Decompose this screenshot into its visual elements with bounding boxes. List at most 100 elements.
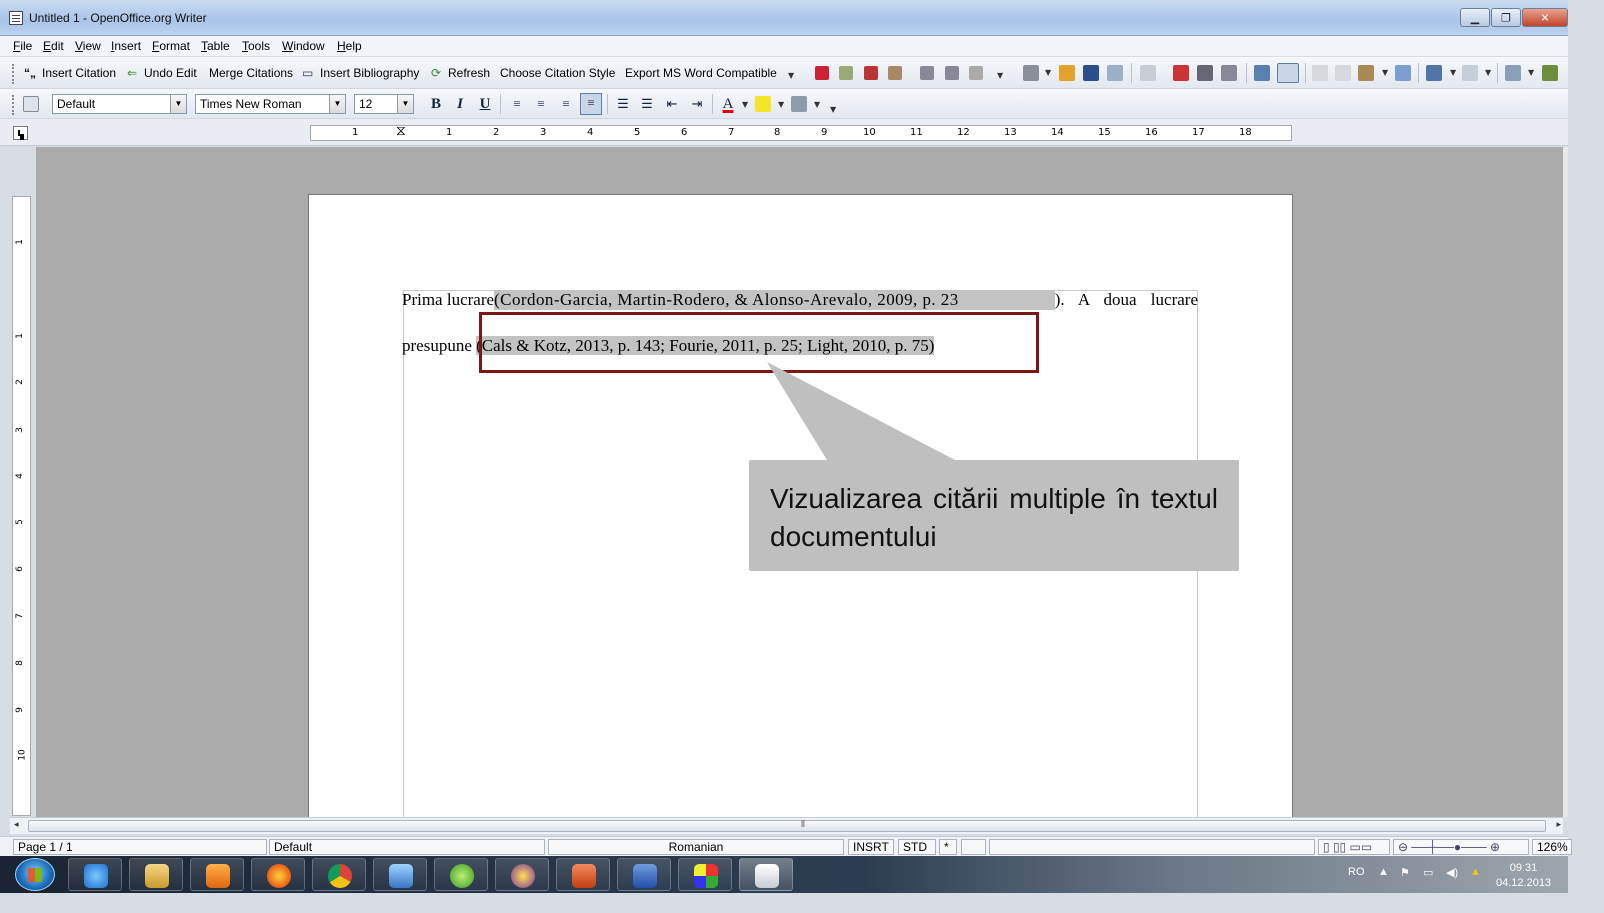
zoom-slider[interactable]: ⊖ ──┼──●─── ⊕ <box>1393 839 1529 855</box>
align-right-icon[interactable]: ≡ <box>557 95 575 113</box>
menu-format[interactable]: Format <box>152 39 190 53</box>
globe-icon[interactable] <box>945 66 959 80</box>
cut-icon[interactable] <box>1312 65 1328 81</box>
menu-insert[interactable]: Insert <box>111 39 141 53</box>
start-button[interactable] <box>15 858 55 891</box>
stamp-icon[interactable] <box>864 66 878 80</box>
undo-dropdown-icon[interactable]: ▼ <box>1450 68 1456 77</box>
undo-edit-button[interactable]: Undo Edit <box>144 66 197 80</box>
language-indicator[interactable]: Romanian <box>548 839 844 855</box>
redo-dropdown-icon[interactable]: ▼ <box>1485 68 1491 77</box>
taskbar-internet-explorer[interactable] <box>68 858 122 891</box>
email-icon[interactable] <box>1107 65 1123 81</box>
copy-icon[interactable] <box>1335 65 1351 81</box>
taskbar-yahoo-messenger[interactable] <box>495 858 549 891</box>
volume-icon[interactable]: ◀) <box>1446 866 1458 879</box>
open-folder-icon[interactable] <box>1059 65 1075 81</box>
italic-icon[interactable]: I <box>451 95 469 113</box>
new-document-icon[interactable] <box>1023 65 1039 81</box>
save-icon[interactable] <box>1083 65 1099 81</box>
font-color-dropdown-icon[interactable]: ▼ <box>742 100 748 109</box>
chevron-down-icon[interactable]: ▼ <box>397 95 413 113</box>
menu-view[interactable]: View <box>75 39 101 53</box>
signature-indicator[interactable] <box>961 839 986 855</box>
taskbar-powerpoint[interactable] <box>556 858 610 891</box>
menu-file[interactable]: File <box>13 39 32 53</box>
menu-table[interactable]: Table <box>201 39 230 53</box>
taskbar-green-app[interactable] <box>434 858 488 891</box>
link-icon[interactable] <box>969 66 983 80</box>
action-center-flag-icon[interactable]: ⚑ <box>1400 866 1410 879</box>
styles-and-formatting-icon[interactable] <box>23 96 39 112</box>
menu-help[interactable]: Help <box>337 39 362 53</box>
taskbar-openoffice-writer[interactable] <box>739 858 793 891</box>
close-button[interactable]: ✕ <box>1522 8 1568 27</box>
insert-mode-indicator[interactable]: INSRT <box>848 839 894 855</box>
toolbar-grip[interactable] <box>12 95 15 115</box>
decrease-indent-icon[interactable]: ⇤ <box>663 95 681 113</box>
increase-indent-icon[interactable]: ⇥ <box>688 95 706 113</box>
bullets-icon[interactable]: ☰ <box>638 95 656 113</box>
toolbar-overflow-icon-2[interactable]: ▼ <box>997 71 1003 80</box>
highlighting-icon[interactable] <box>755 96 771 112</box>
redo-icon[interactable] <box>1462 65 1478 81</box>
menu-tools[interactable]: Tools <box>242 39 270 53</box>
export-word-button[interactable]: Export MS Word Compatible <box>625 66 777 80</box>
align-center-icon[interactable]: ≡ <box>532 95 550 113</box>
edit-file-icon[interactable] <box>1140 65 1156 81</box>
document-line-1[interactable]: Prima lucrare (Cordon-Garcia, Martin-Rod… <box>402 290 1198 310</box>
page-indicator[interactable]: Page 1 / 1 <box>13 839 267 855</box>
maximize-button[interactable]: ❐ <box>1491 8 1521 27</box>
drive-icon[interactable]: ▲ <box>1470 866 1481 878</box>
font-color-icon[interactable]: A <box>719 95 737 113</box>
toolbar-overflow-icon-3[interactable]: ▼ <box>830 105 836 114</box>
bold-icon[interactable]: B <box>427 95 445 113</box>
justify-icon[interactable]: ≡ <box>580 93 602 115</box>
autospellcheck-icon[interactable] <box>1277 63 1299 83</box>
scrollbar-thumb[interactable]: ⦀ <box>28 820 1546 832</box>
background-dropdown-icon[interactable]: ▼ <box>814 100 820 109</box>
input-language[interactable]: RO <box>1348 866 1365 878</box>
insert-citation-button[interactable]: Insert Citation <box>42 66 116 80</box>
spellcheck-icon[interactable] <box>1254 65 1270 81</box>
page-preview-icon[interactable] <box>1221 65 1237 81</box>
writer-app-icon[interactable] <box>9 11 23 25</box>
page-style-indicator[interactable]: Default <box>269 839 545 855</box>
brush-icon[interactable] <box>888 66 902 80</box>
chevron-down-icon[interactable]: ▼ <box>170 95 186 113</box>
tab-type-selector[interactable] <box>13 126 28 140</box>
scroll-left-icon[interactable]: ◂ <box>14 820 19 830</box>
highlighting-dropdown-icon[interactable]: ▼ <box>778 100 784 109</box>
horizontal-ruler[interactable]: 1 ⧖ 1 2 3 4 5 6 7 8 9 10 11 12 13 14 15 … <box>310 123 1292 141</box>
paragraph-style-select[interactable]: Default ▼ <box>52 94 187 114</box>
taskbar-network-app[interactable] <box>373 858 427 891</box>
network-tray-icon[interactable]: ▭ <box>1423 866 1433 879</box>
paste-dropdown-icon[interactable]: ▼ <box>1382 68 1388 77</box>
edit-icon[interactable] <box>839 66 853 80</box>
view-layout-icons[interactable]: ▯ ▯▯ ▭▭ <box>1318 839 1390 855</box>
insert-bibliography-button[interactable]: Insert Bibliography <box>320 66 419 80</box>
taskbar-firefox[interactable] <box>251 858 305 891</box>
paste-icon[interactable] <box>1358 65 1374 81</box>
vertical-ruler[interactable]: 1 1 2 3 4 5 6 7 8 9 10 <box>12 196 31 816</box>
merge-citations-button[interactable]: Merge Citations <box>209 66 293 80</box>
taskbar-chrome[interactable] <box>312 858 366 891</box>
taskbar-media-player[interactable] <box>190 858 244 891</box>
taskbar-file-explorer[interactable] <box>129 858 183 891</box>
scroll-right-icon[interactable]: ▸ <box>1556 820 1561 830</box>
paste-special-icon[interactable] <box>815 66 829 80</box>
font-name-select[interactable]: Times New Roman ▼ <box>195 94 346 114</box>
refresh-button[interactable]: Refresh <box>448 66 490 80</box>
table-icon[interactable] <box>1505 65 1521 81</box>
taskbar-paint[interactable] <box>678 858 732 891</box>
indent-marker-icon[interactable]: ⧖ <box>396 123 406 139</box>
export-pdf-icon[interactable] <box>1173 65 1189 81</box>
zoom-level[interactable]: 126% <box>1532 839 1572 855</box>
horizontal-scrollbar[interactable]: ◂ ⦀ ▸ <box>10 817 1563 834</box>
menu-window[interactable]: Window <box>282 39 325 53</box>
toolbar-grip[interactable] <box>12 64 15 84</box>
clock[interactable]: 09:31 04.12.2013 <box>1496 861 1551 891</box>
print-icon[interactable] <box>1197 65 1213 81</box>
tool-icon[interactable] <box>920 66 934 80</box>
vertical-scrollbar[interactable] <box>1563 147 1568 817</box>
